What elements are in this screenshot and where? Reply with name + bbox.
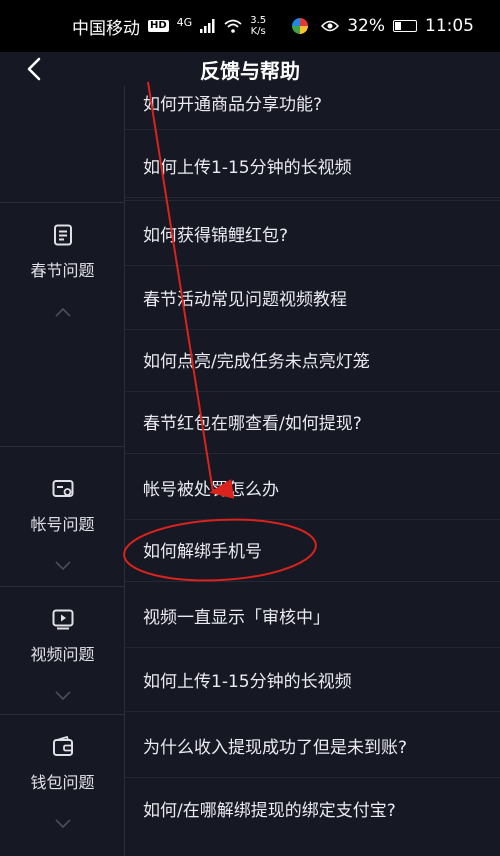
question-item[interactable]: 帐号被处罚怎么办 (125, 456, 500, 520)
battery-percent: 32% (347, 16, 385, 36)
app-notification-icon (292, 18, 309, 34)
signal-icon: 4G (177, 16, 193, 29)
chevron-left-icon (27, 57, 41, 81)
category-spring-festival[interactable]: 春节问题 (0, 202, 125, 446)
question-list: 如何开通商品分享功能? 如何上传1-15分钟的长视频 如何获得锦鲤红包? 春节活… (125, 86, 500, 856)
battery-icon (393, 20, 417, 32)
video-play-icon (52, 609, 73, 630)
question-item[interactable]: 如何/在哪解绑提现的绑定支付宝? (125, 776, 500, 840)
category-label: 视频问题 (30, 645, 95, 664)
question-item[interactable]: 如何点亮/完成任务未点亮灯笼 (125, 328, 500, 392)
category-label: 钱包问题 (30, 773, 95, 792)
chevron-up-icon[interactable] (54, 307, 72, 317)
account-card-icon (52, 480, 73, 497)
chevron-down-icon[interactable] (54, 819, 72, 829)
question-item[interactable]: 如何上传1-15分钟的长视频 (125, 134, 500, 198)
question-item[interactable]: 如何获得锦鲤红包? (125, 200, 500, 266)
category-sidebar: 春节问题 帐号问题 视频问题 钱包问题 (0, 86, 125, 856)
network-speed: 3.5 K/s (250, 15, 266, 37)
question-item[interactable]: 视频一直显示「审核中」 (125, 584, 500, 648)
signal-bars-icon (200, 19, 215, 33)
speed-unit: K/s (250, 26, 266, 37)
back-button[interactable] (16, 52, 52, 86)
category-account[interactable]: 帐号问题 (0, 446, 125, 574)
category-label: 春节问题 (30, 261, 95, 280)
wallet-icon (52, 735, 73, 756)
question-item[interactable]: 春节红包在哪查看/如何提现? (125, 390, 500, 454)
network-type-label: 4G (176, 15, 193, 29)
question-item[interactable]: 为什么收入提现成功了但是未到账? (125, 714, 500, 778)
carrier-label: 中国移动 (72, 18, 140, 39)
category-label: 帐号问题 (30, 515, 95, 534)
chevron-down-icon[interactable] (54, 561, 72, 571)
question-item[interactable]: 如何上传1-15分钟的长视频 (125, 648, 500, 712)
question-item-unbind-phone[interactable]: 如何解绑手机号 (125, 518, 500, 582)
speed-value: 3.5 (250, 15, 267, 26)
category-wallet[interactable]: 钱包问题 (0, 714, 125, 856)
wifi-icon (224, 19, 242, 33)
eye-icon (321, 20, 340, 32)
clock: 11:05 (425, 16, 474, 36)
category-video[interactable]: 视频问题 (0, 586, 125, 714)
question-item[interactable]: 春节活动常见问题视频教程 (125, 266, 500, 330)
question-item[interactable]: 如何开通商品分享功能? (125, 76, 500, 130)
chevron-down-icon[interactable] (54, 691, 72, 701)
status-bar: 中国移动 HD 4G 3.5 K/s 32% 11:05 (0, 0, 500, 52)
document-icon (53, 224, 72, 246)
hd-badge: HD (148, 20, 169, 32)
